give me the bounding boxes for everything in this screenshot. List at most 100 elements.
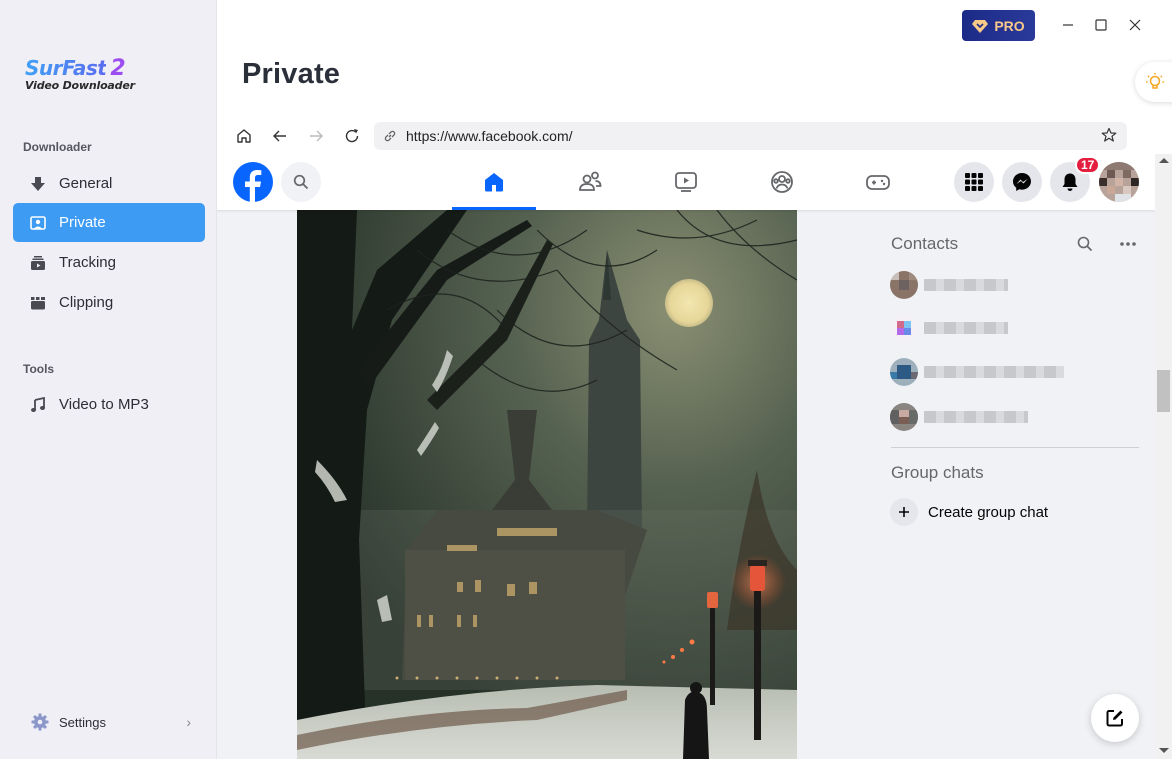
arrow-right-icon [310,130,323,142]
home-icon [237,129,251,143]
contacts-search-button[interactable] [1077,236,1093,257]
sidebar-item-private[interactable]: Private [13,203,205,242]
pro-label: PRO [994,17,1025,34]
contact-item[interactable] [890,268,1140,302]
create-group-chat-label: Create group chat [928,503,1049,521]
messenger-icon [1013,173,1031,191]
bookmark-button[interactable] [1101,127,1117,148]
link-icon [384,130,396,142]
download-icon [30,176,46,192]
post-image-scene [297,210,797,759]
logo-subtitle: Video Downloader [25,79,135,92]
diamond-icon [972,19,989,33]
contact-avatar [890,271,918,299]
sidebar-item-general[interactable]: General [13,164,205,203]
blurred-avatar [890,403,918,431]
tips-button[interactable] [1135,62,1172,102]
scroll-up-arrow[interactable] [1159,158,1169,163]
plus-icon [890,498,918,526]
contact-name-blurred [924,366,1064,378]
section-downloader: Downloader [23,140,92,154]
scroll-thumb[interactable] [1157,370,1170,412]
contacts-title: Contacts [891,234,959,253]
video-icon [675,172,697,192]
lightbulb-icon [1146,73,1164,89]
browser-toolbar: https://www.facebook.com/ [233,122,1143,150]
groups-icon [771,171,793,193]
sidebar-item-clipping[interactable]: Clipping [13,283,205,322]
contact-item[interactable] [890,355,1140,389]
close-button[interactable] [1124,14,1146,36]
sidebar-item-video-to-mp3[interactable]: Video to MP3 [13,385,205,424]
sidebar-item-label: Tracking [59,254,116,271]
clipping-icon [30,295,46,311]
star-icon [1101,127,1117,142]
sidebar-item-label: Private [59,214,106,231]
profile-avatar[interactable] [1099,162,1139,202]
contact-name-blurred [924,322,1008,334]
bell-icon [1062,173,1078,191]
contact-avatar [890,403,918,431]
minimize-button[interactable] [1057,14,1079,36]
app-window: SurFast 2 Video Downloader Downloader Gen… [0,0,1172,759]
close-icon [1129,19,1141,31]
minimize-icon [1063,24,1073,26]
gamepad-icon [866,175,890,190]
facebook-search-button[interactable] [281,162,321,202]
chevron-right-icon: › [186,714,191,730]
avatar-blurred [1099,162,1139,202]
search-icon [1077,236,1093,252]
maximize-button[interactable] [1090,14,1112,36]
contact-item[interactable] [890,400,1140,434]
home-filled-icon [485,173,503,192]
webview-scrollbar[interactable] [1155,154,1172,759]
sidebar-item-label: Video to MP3 [59,396,149,413]
blurred-avatar [890,271,918,299]
page-title: Private [242,58,341,90]
fb-tab-home[interactable] [452,154,536,210]
new-message-button[interactable] [1091,694,1139,742]
contact-name-blurred [924,411,1028,423]
scroll-down-arrow[interactable] [1159,748,1169,753]
settings-label: Settings [59,714,106,730]
facebook-header: 17 [217,154,1155,210]
contact-item[interactable] [890,311,1140,345]
reload-button[interactable] [341,125,363,147]
contact-avatar [890,358,918,386]
facebook-f-icon [245,170,262,202]
home-button[interactable] [233,125,255,147]
forward-button[interactable] [305,125,327,147]
fb-tab-friends[interactable] [548,154,632,210]
facebook-logo[interactable] [233,162,273,202]
menu-button[interactable] [954,162,994,202]
private-browser-icon [30,215,46,231]
create-group-chat-button[interactable]: Create group chat [890,497,1048,527]
url-text[interactable]: https://www.facebook.com/ [406,128,573,144]
contact-name-blurred [924,279,1008,291]
blurred-avatar [890,358,918,386]
back-button[interactable] [269,125,291,147]
url-bar[interactable]: https://www.facebook.com/ [374,122,1127,150]
webview: 17 Contacts Group chats Create group cha… [217,154,1155,759]
music-note-icon [30,396,46,413]
pro-upgrade-button[interactable]: PRO [962,10,1035,41]
fb-tab-video[interactable] [644,154,728,210]
tracking-icon [30,255,46,271]
group-chats-title: Group chats [891,463,984,482]
logo-main-text: SurFast [25,56,107,80]
messenger-button[interactable] [1002,162,1042,202]
app-logo: SurFast 2 Video Downloader [25,56,135,92]
sidebar-item-tracking[interactable]: Tracking [13,243,205,282]
notification-badge: 17 [1075,156,1101,174]
fb-tab-gaming[interactable] [836,154,920,210]
fb-tab-groups[interactable] [740,154,824,210]
sidebar-item-label: Clipping [59,294,114,311]
contacts-options-button[interactable] [1119,236,1137,257]
friends-icon [579,171,602,191]
maximize-icon [1095,19,1107,31]
contact-avatar [890,314,918,342]
settings-button[interactable]: Settings › [31,711,191,733]
gear-icon [31,713,49,731]
post-image[interactable] [297,210,797,759]
main-panel: Private PRO https://www.facebook.com/ 17… [216,0,1172,759]
